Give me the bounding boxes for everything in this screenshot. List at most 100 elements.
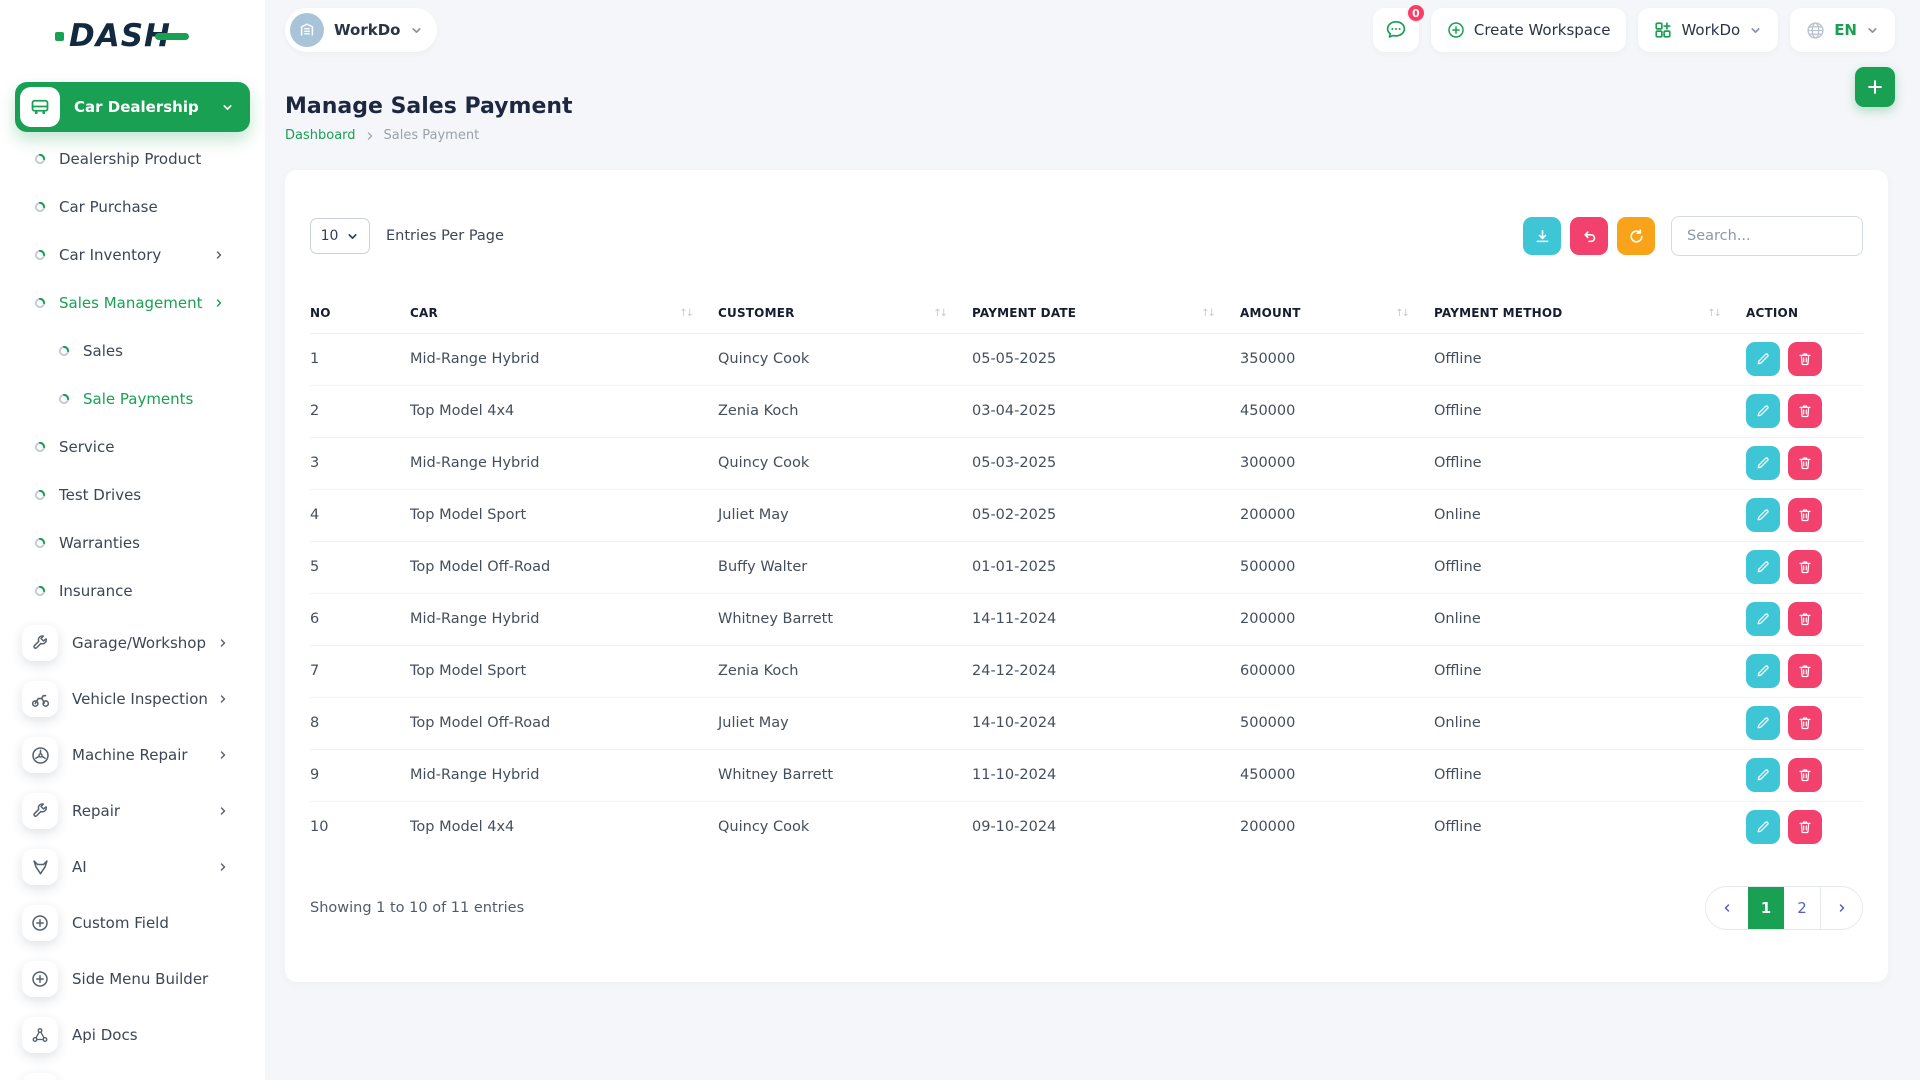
delete-button[interactable]	[1788, 498, 1822, 532]
delete-button[interactable]	[1788, 654, 1822, 688]
language-selector[interactable]: EN	[1790, 8, 1895, 52]
undo-arrow-icon	[1581, 228, 1598, 245]
edit-button[interactable]	[1746, 602, 1780, 636]
delete-button[interactable]	[1788, 342, 1822, 376]
delete-trash-icon	[1797, 559, 1813, 575]
sidebar-item-custom-field[interactable]: Custom Field	[0, 895, 265, 951]
sidebar-item-partial[interactable]	[0, 1063, 265, 1080]
sidebar-item-label: Sales Management	[59, 294, 203, 312]
sort-arrows-icon[interactable]: ↑↓	[933, 308, 946, 319]
sidebar-item-test-drives[interactable]: Test Drives	[0, 471, 265, 519]
entries-per-page-select[interactable]: 10	[310, 218, 370, 254]
delete-button[interactable]	[1788, 758, 1822, 792]
table-row: 4Top Model SportJuliet May05-02-20252000…	[310, 489, 1863, 541]
cell-payment-method: Offline	[1434, 645, 1746, 697]
edit-button[interactable]	[1746, 342, 1780, 376]
building-icon	[290, 13, 324, 47]
cell-amount: 450000	[1240, 385, 1434, 437]
sort-arrows-icon[interactable]: ↑↓	[679, 308, 692, 319]
undo-button[interactable]	[1570, 217, 1608, 255]
edit-button[interactable]	[1746, 394, 1780, 428]
plus-icon	[1866, 78, 1884, 96]
delete-button[interactable]	[1788, 706, 1822, 740]
delete-button[interactable]	[1788, 602, 1822, 636]
table-toolbar: 10 Entries Per Page	[310, 216, 1863, 256]
status-circle-icon	[58, 345, 70, 357]
chevron-down-icon	[221, 101, 234, 114]
cell-amount: 600000	[1240, 645, 1434, 697]
sidebar-item-car-purchase[interactable]: Car Purchase	[0, 183, 265, 231]
delete-button[interactable]	[1788, 810, 1822, 844]
sort-arrows-icon[interactable]: ↑↓	[1707, 308, 1720, 319]
sidebar-item-sale-payments[interactable]: Sale Payments	[0, 375, 265, 423]
column-label: AMOUNT	[1240, 306, 1301, 320]
edit-button[interactable]	[1746, 654, 1780, 688]
sidebar-item-insurance[interactable]: Insurance	[0, 567, 265, 615]
edit-pencil-icon	[1755, 611, 1771, 627]
sidebar-item-api-docs[interactable]: Api Docs	[0, 1007, 265, 1063]
sort-arrows-icon[interactable]: ↑↓	[1395, 308, 1408, 319]
sidebar-item-repair[interactable]: Repair	[0, 783, 265, 839]
sidebar-item-sales[interactable]: Sales	[0, 327, 265, 375]
sidebar-item-side-menu-builder[interactable]: Side Menu Builder	[0, 951, 265, 1007]
sidebar-item-vehicle-inspection[interactable]: Vehicle Inspection	[0, 671, 265, 727]
page-title: Manage Sales Payment	[285, 94, 1895, 119]
entries-select-value: 10	[321, 228, 339, 244]
column-header-customer[interactable]: CUSTOMER↑↓	[718, 294, 972, 333]
column-header-car[interactable]: CAR↑↓	[410, 294, 718, 333]
sidebar-item-ai[interactable]: AI	[0, 839, 265, 895]
edit-button[interactable]	[1746, 758, 1780, 792]
plus-circle-icon	[1447, 21, 1465, 39]
pagination-next-button[interactable]	[1820, 887, 1862, 929]
cell-car: Top Model 4x4	[410, 385, 718, 437]
edit-button[interactable]	[1746, 706, 1780, 740]
column-header-amount[interactable]: AMOUNT ↑↓	[1240, 294, 1434, 333]
sidebar-item-service[interactable]: Service	[0, 423, 265, 471]
cell-amount: 200000	[1240, 489, 1434, 541]
create-workspace-button[interactable]: Create Workspace	[1431, 8, 1627, 52]
motorcycle-icon	[22, 681, 58, 717]
sidebar-item-dealership-product[interactable]: Dealership Product	[0, 135, 265, 183]
column-header-payment-method[interactable]: PAYMENT METHOD↑↓	[1434, 294, 1746, 333]
cell-no: 7	[310, 645, 410, 697]
edit-button[interactable]	[1746, 446, 1780, 480]
cell-no: 1	[310, 333, 410, 385]
sidebar-item-car-dealership[interactable]: Car Dealership	[15, 82, 250, 132]
delete-trash-icon	[1797, 663, 1813, 679]
breadcrumb-current: Sales Payment	[384, 128, 480, 143]
edit-button[interactable]	[1746, 498, 1780, 532]
workspace-selector[interactable]: WorkDo	[285, 8, 437, 52]
chevron-down-icon	[1749, 24, 1762, 37]
pagination-page-2[interactable]: 2	[1784, 887, 1820, 929]
pagination-page-1[interactable]: 1	[1748, 887, 1784, 929]
messages-button[interactable]: 0	[1373, 8, 1419, 52]
edit-button[interactable]	[1746, 550, 1780, 584]
chevron-right-icon	[213, 249, 225, 261]
sidebar-item-car-inventory[interactable]: Car Inventory	[0, 231, 265, 279]
sidebar-item-garage-workshop[interactable]: Garage/Workshop	[0, 615, 265, 671]
plus-circle-icon	[22, 905, 58, 941]
add-payment-button[interactable]	[1855, 67, 1895, 107]
table-row: 1Mid-Range HybridQuincy Cook05-05-202535…	[310, 333, 1863, 385]
download-button[interactable]	[1523, 217, 1561, 255]
pagination-prev-button[interactable]	[1706, 887, 1748, 929]
cell-car: Top Model Sport	[410, 489, 718, 541]
sort-arrows-icon[interactable]: ↑↓	[1201, 308, 1214, 319]
sidebar-item-machine-repair[interactable]: Machine Repair	[0, 727, 265, 783]
breadcrumb-dashboard-link[interactable]: Dashboard	[285, 128, 356, 143]
sales-payments-table: NOCAR↑↓CUSTOMER↑↓PAYMENT DATE↑↓AMOUNT↑↓P…	[310, 294, 1863, 853]
refresh-button[interactable]	[1617, 217, 1655, 255]
breadcrumb: Dashboard Sales Payment	[285, 128, 1895, 143]
delete-button[interactable]	[1788, 394, 1822, 428]
column-label: ACTION	[1746, 306, 1798, 320]
sidebar-item-warranties[interactable]: Warranties	[0, 519, 265, 567]
edit-button[interactable]	[1746, 810, 1780, 844]
sidebar-item-sales-management[interactable]: Sales Management	[0, 279, 265, 327]
delete-button[interactable]	[1788, 550, 1822, 584]
workdo-menu-button[interactable]: WorkDo	[1638, 8, 1778, 52]
edit-pencil-icon	[1755, 351, 1771, 367]
column-header-payment-date[interactable]: PAYMENT DATE↑↓	[972, 294, 1240, 333]
delete-button[interactable]	[1788, 446, 1822, 480]
search-input[interactable]	[1671, 216, 1863, 256]
cell-customer: Whitney Barrett	[718, 593, 972, 645]
